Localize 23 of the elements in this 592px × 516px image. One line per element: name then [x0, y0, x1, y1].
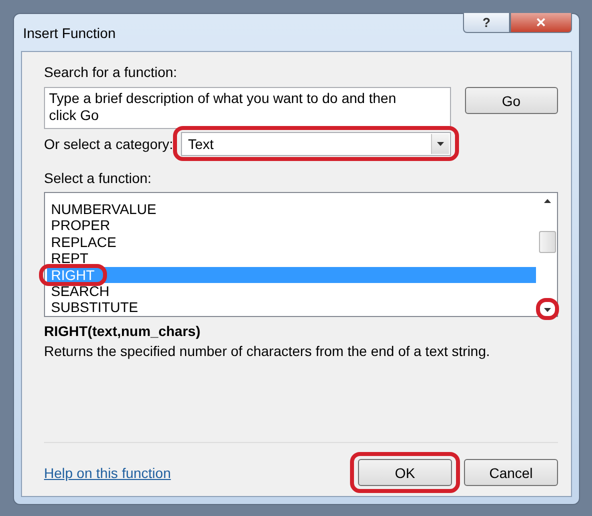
window-title: Insert Function	[22, 24, 116, 40]
function-item[interactable]: SEARCH	[47, 283, 536, 300]
function-signature: RIGHT(text,num_chars)	[44, 323, 202, 339]
category-label: Or select a category:	[44, 136, 174, 152]
caret-icon	[431, 134, 449, 154]
category-dropdown[interactable]: Text	[181, 132, 451, 156]
help-link[interactable]: Help on this function	[44, 464, 171, 480]
scroll-thumb[interactable]	[539, 231, 556, 253]
function-item[interactable]: PROPER	[47, 217, 536, 234]
go-button[interactable]: Go	[464, 87, 558, 114]
search-field[interactable]: Type a brief description of what you want to do and then click Go	[44, 87, 451, 129]
help-button[interactable]: ?	[463, 13, 510, 33]
function-item[interactable]: REPT	[47, 250, 536, 267]
function-item[interactable]: REPLACE	[47, 234, 536, 250]
function-item[interactable]: SUBSTITUTE	[47, 299, 536, 316]
search-label: Search for a function:	[44, 64, 178, 80]
function-description: Returns the specified number of characters from the end of a text string.	[44, 343, 491, 359]
scroll-down-icon[interactable]	[544, 308, 551, 312]
dialog-button[interactable]: Cancel	[464, 459, 558, 486]
function-item[interactable]: NUMBERVALUE	[47, 201, 536, 218]
scroll-up-icon[interactable]	[544, 199, 551, 203]
function-list-label: Select a function:	[44, 170, 152, 186]
dialog-button[interactable]: OK	[358, 459, 452, 486]
